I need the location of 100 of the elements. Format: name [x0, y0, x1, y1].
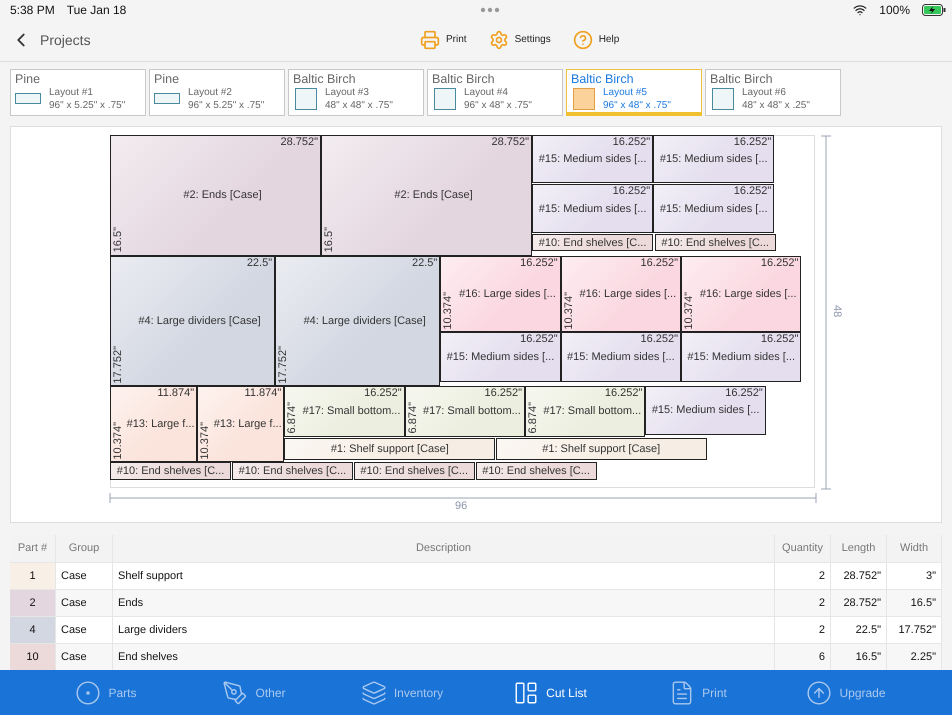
table-cell: Shelf support — [113, 562, 775, 589]
cut-piece[interactable]: #10: End shelves [C... — [654, 234, 776, 252]
table-cell: 16.5" — [887, 590, 942, 616]
help-icon[interactable] — [572, 30, 593, 50]
piece-height-label: 10.374" — [562, 292, 575, 330]
column-header[interactable]: Quantity — [775, 534, 831, 562]
cut-piece[interactable]: #4: Large dividers [Case] 22.5" 17.752" — [275, 256, 440, 386]
board-swatch-icon — [573, 88, 595, 110]
piece-label: #2: Ends [Case] — [183, 189, 262, 202]
cut-piece[interactable]: #16: Large sides [... 16.252" 10.374" — [681, 256, 802, 332]
cut-piece[interactable]: #17: Small bottom... 16.252" 6.874" — [525, 386, 646, 437]
piece-label: #16: Large sides [... — [700, 288, 797, 300]
column-header[interactable]: Part # — [10, 534, 56, 562]
cut-piece[interactable]: #10: End shelves [C... — [354, 462, 475, 480]
cut-piece[interactable]: #16: Large sides [... 16.252" 10.374" — [560, 256, 682, 332]
piece-width-label: 16.252" — [484, 387, 522, 400]
battery-percent: 100% — [879, 2, 910, 17]
cut-piece[interactable]: #13: Large f... 11.874" 10.374" — [110, 386, 198, 462]
layers-icon[interactable] — [360, 680, 387, 706]
table-cell: Ends — [113, 590, 775, 616]
settings-icon[interactable] — [488, 30, 509, 50]
cut-piece[interactable]: #15: Medium sides [... 16.252" — [532, 134, 654, 184]
cut-piece[interactable]: #10: End shelves [C... — [232, 462, 353, 480]
table-cell: 22.5" — [831, 616, 887, 643]
piece-width-label: 16.252" — [612, 185, 650, 198]
cut-piece[interactable]: #17: Small bottom... 16.252" 6.874" — [404, 386, 526, 437]
cut-piece[interactable]: #10: End shelves [C... — [110, 462, 232, 480]
piece-width-label: 22.5" — [412, 256, 438, 269]
back-link[interactable]: Projects — [10, 29, 91, 52]
piece-width-label: 28.752" — [492, 136, 530, 148]
piece-label: #17: Small bottom... — [543, 405, 642, 418]
piece-width-label: 16.252" — [734, 136, 772, 148]
print-button[interactable]: Print — [420, 30, 467, 50]
cut-piece[interactable]: #15: Medium sides [... 16.252" — [560, 332, 682, 382]
printer-icon[interactable] — [420, 30, 440, 50]
layout-tab[interactable]: Baltic Birch Layout #5 96" x 48" x .75" — [566, 68, 702, 116]
piece-label: #15: Medium sides [... — [652, 404, 760, 416]
more-dots-icon[interactable] — [480, 6, 500, 13]
part-number-cell: 10 — [10, 644, 56, 670]
column-header[interactable]: Width — [887, 534, 942, 562]
piece-height-label: 17.752" — [112, 346, 124, 384]
layout-tab[interactable]: Baltic Birch Layout #3 48" x 48" x .75" — [288, 68, 424, 116]
pen-icon[interactable] — [222, 680, 248, 706]
cut-piece[interactable]: #1: Shelf support [Case] — [284, 438, 496, 460]
column-header[interactable]: Group — [56, 534, 113, 562]
panel-layout-icon[interactable] — [513, 680, 540, 706]
piece-label: #10: End shelves [C... — [238, 464, 346, 477]
piece-label: #10: End shelves [C... — [482, 464, 590, 477]
piece-width-label: 16.252" — [520, 256, 558, 269]
part-number-cell: 4 — [10, 616, 56, 643]
piece-label: #2: Ends [Case] — [394, 189, 473, 202]
piece-label: #4: Large dividers [Case] — [304, 314, 426, 327]
table-cell: 2 — [775, 590, 831, 616]
layout-tab[interactable]: Pine Layout #2 96" x 5.25" x .75" — [149, 68, 285, 116]
cut-piece[interactable]: #10: End shelves [C... — [532, 234, 654, 252]
piece-label: #16: Large sides [... — [580, 288, 676, 300]
cut-piece[interactable]: #2: Ends [Case] 28.752" 16.5" — [321, 134, 532, 256]
cut-piece[interactable]: #15: Medium sides [... 16.252" — [653, 134, 774, 184]
cut-piece[interactable]: #17: Small bottom... 16.252" 6.874" — [284, 386, 405, 437]
piece-height-label: 10.374" — [683, 292, 696, 330]
piece-width-label: 16.252" — [604, 387, 642, 400]
cut-piece[interactable]: #16: Large sides [... 16.252" 10.374" — [440, 256, 561, 332]
column-header[interactable]: Description — [113, 534, 775, 562]
piece-width-label: 16.252" — [364, 387, 402, 400]
piece-width-label: 16.252" — [640, 333, 678, 346]
cut-piece[interactable]: #15: Medium sides [... 16.252" — [653, 184, 774, 233]
piece-height-label: 16.5" — [112, 227, 124, 253]
cut-piece[interactable]: #15: Medium sides [... 16.252" — [645, 386, 766, 434]
status-time: 5:38 PM — [10, 2, 55, 17]
column-header[interactable]: Length — [831, 534, 887, 562]
cut-piece[interactable]: #10: End shelves [C... — [476, 462, 597, 480]
up-arrow-circle-icon[interactable] — [806, 680, 832, 706]
layout-tab[interactable]: Baltic Birch Layout #6 48" x 48" x .25" — [705, 68, 841, 116]
piece-width-label: 28.752" — [280, 136, 318, 148]
board-swatch-icon — [154, 93, 180, 104]
cut-piece[interactable]: #13: Large f... 11.874" 10.374" — [197, 386, 284, 462]
cut-piece[interactable]: #15: Medium sides [... 16.252" — [532, 184, 654, 233]
battery-charging-icon — [922, 4, 946, 16]
help-button[interactable]: Help — [572, 30, 620, 50]
cut-piece[interactable]: #1: Shelf support [Case] — [496, 438, 707, 460]
table-cell: Case — [56, 590, 113, 616]
piece-width-label: 16.252" — [725, 387, 763, 400]
layout-tab[interactable]: Pine Layout #1 96" x 5.25" x .75" — [10, 68, 146, 116]
table-cell: Large dividers — [113, 616, 775, 643]
cut-piece[interactable]: #15: Medium sides [... 16.252" — [440, 332, 561, 382]
cut-piece[interactable]: #2: Ends [Case] 28.752" 16.5" — [110, 134, 322, 256]
table-cell: Case — [56, 562, 113, 589]
cut-piece[interactable]: #15: Medium sides [... 16.252" — [681, 332, 802, 382]
height-dimension-label: 48 — [831, 304, 843, 317]
piece-label: #15: Medium sides [... — [538, 202, 646, 215]
tab-bar-item[interactable]: Cut List — [476, 670, 624, 715]
cut-piece[interactable]: #4: Large dividers [Case] 22.5" 17.752" — [110, 256, 276, 386]
layout-tab[interactable]: Baltic Birch Layout #4 96" x 48" x .75" — [427, 68, 563, 116]
part-number-cell: 2 — [10, 590, 56, 616]
piece-label: #16: Large sides [... — [459, 288, 556, 300]
status-date: Tue Jan 18 — [66, 2, 126, 17]
settings-button[interactable]: Settings — [488, 30, 551, 50]
piece-label: #15: Medium sides [... — [446, 351, 554, 364]
piece-label: #10: End shelves [C... — [116, 464, 224, 477]
piece-label: #15: Medium sides [... — [687, 351, 796, 364]
